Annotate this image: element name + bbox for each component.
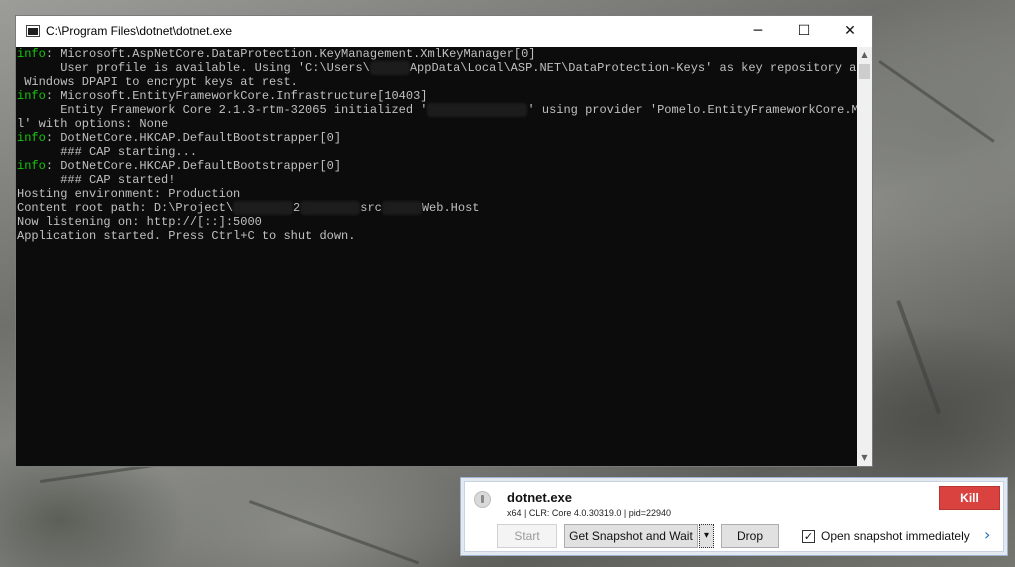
console-line: info: DotNetCore.HKCAP.DefaultBootstrapp…	[17, 131, 857, 145]
console-line: ### CAP starting...	[17, 145, 857, 159]
pin-icon[interactable]	[474, 491, 491, 508]
kill-button[interactable]: Kill	[939, 486, 1000, 510]
console-output[interactable]: info: Microsoft.AspNetCore.DataProtectio…	[16, 47, 857, 466]
redacted-text	[300, 201, 361, 215]
console-text: User profile is available. Using 'C:\Use…	[17, 61, 370, 75]
snapshot-panel-body: dotnet.exe x64 | CLR: Core 4.0.30319.0 |…	[464, 481, 1004, 552]
console-text: ### CAP starting...	[17, 145, 198, 159]
console-line: Hosting environment: Production	[17, 187, 857, 201]
console-text: Content root path: D:\Project\	[17, 201, 234, 215]
console-lines: info: Microsoft.AspNetCore.DataProtectio…	[17, 47, 857, 243]
desktop-background-crack	[878, 60, 995, 143]
minimize-button[interactable]: ─	[735, 16, 781, 47]
redacted-text	[381, 201, 422, 215]
process-info: x64 | CLR: Core 4.0.30319.0 | pid=22940	[507, 508, 672, 518]
console-window: C:\Program Files\dotnet\dotnet.exe ─ ☐ ✕…	[15, 15, 873, 467]
console-line: info: Microsoft.AspNetCore.DataProtectio…	[17, 47, 857, 61]
console-text: Hosting environment: Production	[17, 187, 241, 201]
maximize-button[interactable]: ☐	[781, 16, 827, 47]
get-snapshot-and-wait-button[interactable]: Get Snapshot and Wait	[564, 524, 698, 548]
console-text: Application started. Press Ctrl+C to shu…	[17, 229, 356, 243]
log-level-label: info	[17, 131, 46, 145]
console-line: Application started. Press Ctrl+C to shu…	[17, 229, 857, 243]
redacted-text	[427, 103, 528, 117]
close-button[interactable]: ✕	[827, 16, 873, 47]
vertical-scrollbar[interactable]: ▲ ▼	[857, 47, 872, 466]
console-text: : Microsoft.AspNetCore.DataProtection.Ke…	[45, 47, 536, 61]
console-line: l' with options: None	[17, 117, 857, 131]
console-text: : DotNetCore.HKCAP.DefaultBootstrapper[0…	[45, 159, 342, 173]
open-snapshot-checkbox[interactable]: ✓	[802, 530, 815, 543]
snapshot-dropdown-chevron-icon[interactable]: ▾	[699, 524, 714, 548]
window-title: C:\Program Files\dotnet\dotnet.exe	[46, 24, 233, 38]
console-text: Entity Framework Core 2.1.3-rtm-32065 in…	[17, 103, 428, 117]
log-level-label: info	[17, 89, 46, 103]
console-line: Content root path: D:\Project\ 2 src Web.Ho…	[17, 201, 857, 215]
console-text: src	[360, 201, 382, 215]
snapshot-panel: dotnet.exe x64 | CLR: Core 4.0.30319.0 |…	[460, 477, 1008, 556]
console-line: info: Microsoft.EntityFrameworkCore.Infr…	[17, 89, 857, 103]
desktop-background-crack	[248, 500, 420, 565]
console-text: 2	[293, 201, 301, 215]
console-text: Windows DPAPI to encrypt keys at rest.	[17, 75, 298, 89]
console-line: Entity Framework Core 2.1.3-rtm-32065 in…	[17, 103, 857, 117]
console-text: : Microsoft.EntityFrameworkCore.Infrastr…	[45, 89, 428, 103]
drop-button[interactable]: Drop	[721, 524, 779, 548]
redacted-text	[233, 201, 294, 215]
open-snapshot-label[interactable]: Open snapshot immediately	[821, 529, 970, 543]
console-line: Now listening on: http://[::]:5000	[17, 215, 857, 229]
title-bar[interactable]: C:\Program Files\dotnet\dotnet.exe ─ ☐ ✕	[16, 16, 872, 47]
desktop-background-crack	[896, 300, 942, 415]
chevron-right-icon[interactable]: ›	[984, 525, 990, 544]
redacted-text	[369, 61, 410, 75]
scroll-up-icon[interactable]: ▲	[857, 47, 872, 63]
log-level-label: info	[17, 47, 46, 61]
console-text: AppData\Local\ASP.NET\DataProtection-Key…	[409, 61, 857, 75]
console-text: Web.Host	[421, 201, 480, 215]
console-line: ### CAP started!	[17, 173, 857, 187]
console-text: Now listening on: http://[::]:5000	[17, 215, 262, 229]
console-text: ### CAP started!	[17, 173, 176, 187]
process-name: dotnet.exe	[507, 490, 573, 505]
log-level-label: info	[17, 159, 46, 173]
console-text: l' with options: None	[17, 117, 169, 131]
scroll-down-icon[interactable]: ▼	[857, 450, 872, 466]
console-line: Windows DPAPI to encrypt keys at rest.	[17, 75, 857, 89]
console-text: ' using provider 'Pomelo.EntityFramework…	[527, 103, 857, 117]
console-app-icon	[26, 25, 40, 37]
console-line: User profile is available. Using 'C:\Use…	[17, 61, 857, 75]
console-text: : DotNetCore.HKCAP.DefaultBootstrapper[0…	[45, 131, 342, 145]
start-button[interactable]: Start	[497, 524, 557, 548]
scroll-thumb[interactable]	[859, 64, 870, 79]
console-line: info: DotNetCore.HKCAP.DefaultBootstrapp…	[17, 159, 857, 173]
